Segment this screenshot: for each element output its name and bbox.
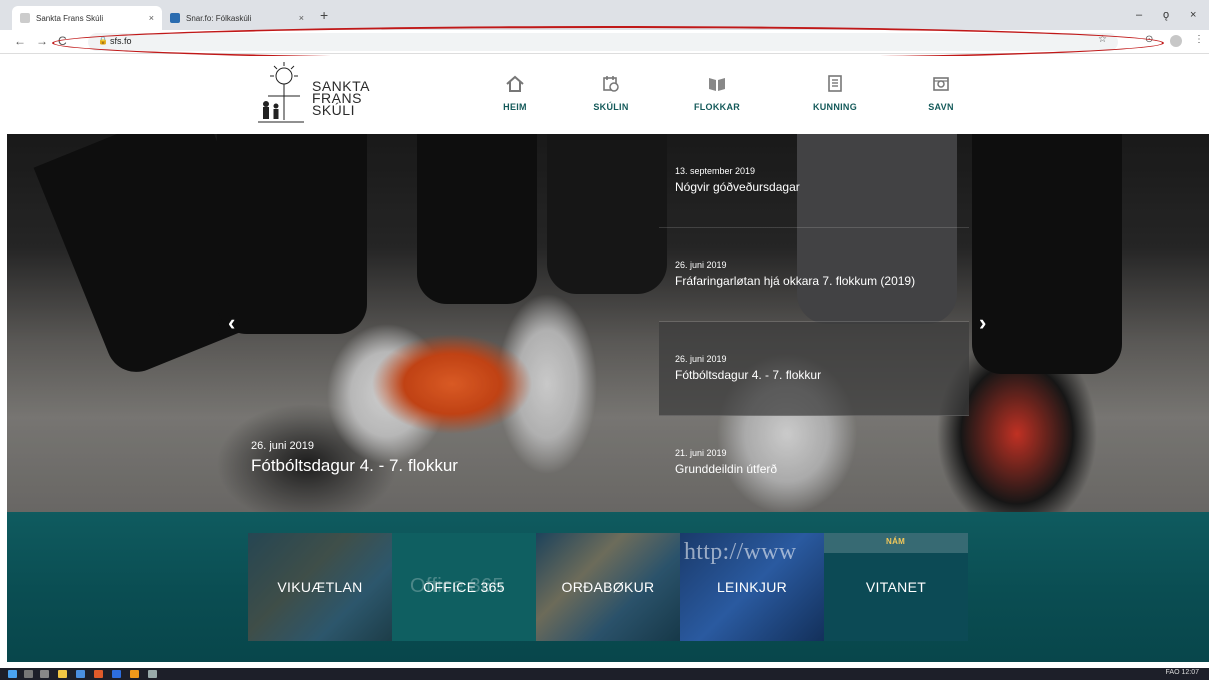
app-icon[interactable] <box>94 670 103 678</box>
extension-icon[interactable]: ⊙ <box>1145 34 1153 45</box>
vlc-icon[interactable] <box>130 670 139 678</box>
slide-date: 26. juni 2019 <box>251 440 314 452</box>
file-explorer-icon[interactable] <box>58 670 67 678</box>
reload-button[interactable]: C <box>58 34 67 48</box>
quicklinks-band: VIKUÆTLAN Office 365 OFFICE 365 ORÐABØKU… <box>7 512 1209 662</box>
tile-vikuaetlan[interactable]: VIKUÆTLAN <box>248 533 392 641</box>
back-button[interactable]: ← <box>14 34 26 48</box>
snar-favicon-icon <box>170 13 180 23</box>
tile-vitanet[interactable]: NÁM VITANET <box>824 533 968 641</box>
close-tab-icon[interactable]: × <box>149 13 154 23</box>
tile-label: LEINKJUR <box>716 579 788 595</box>
home-icon <box>506 75 524 92</box>
task-view-icon[interactable] <box>40 670 49 678</box>
restore-button[interactable]: ǫ <box>1163 9 1169 21</box>
school-name[interactable]: SANKTA FRANS SKÚLI <box>312 79 370 117</box>
next-slide-button[interactable]: › <box>979 310 986 336</box>
newspaper-icon <box>828 75 842 92</box>
search-icon[interactable] <box>24 670 33 678</box>
calendar-clock-icon <box>603 76 619 92</box>
nav-skulin[interactable]: SKÚLIN <box>566 74 656 112</box>
new-tab-button[interactable]: + <box>320 7 328 23</box>
news-date: 26. juni 2019 <box>675 354 727 364</box>
minimize-button[interactable]: – <box>1136 9 1142 21</box>
nam-label: NÁM <box>886 537 906 546</box>
news-title: Grunddeildin útferð <box>675 462 778 476</box>
word-icon[interactable] <box>112 670 121 678</box>
tab-title: Snar.fo: Fólkaskúli <box>186 13 252 23</box>
page-icon <box>20 13 30 23</box>
address-text[interactable]: sfs.fo <box>110 36 132 46</box>
tile-label: VIKUÆTLAN <box>277 579 363 595</box>
nav-flokkar[interactable]: FLOKKAR <box>672 74 762 112</box>
tile-ordabokur[interactable]: ORÐABØKUR <box>536 533 680 641</box>
tile-label: VITANET <box>865 579 927 595</box>
school-logo[interactable] <box>254 60 306 126</box>
news-title: Nógvir góðveðursdagar <box>675 180 800 194</box>
tab-title: Sankta Frans Skúli <box>36 13 104 23</box>
news-list: 13. september 2019 Nógvir góðveðursdagar… <box>659 134 969 512</box>
news-item[interactable]: 13. september 2019 Nógvir góðveðursdagar <box>659 134 969 228</box>
hero-slider: ‹ › 26. juni 2019 Fótbóltsdagur 4. - 7. … <box>7 134 1209 512</box>
browser-tab-bar: Sankta Frans Skúli × Snar.fo: Fólkaskúli… <box>0 0 1209 30</box>
system-tray[interactable]: FAO 12:07 <box>1166 669 1199 676</box>
chrome-taskbar-icon[interactable] <box>76 670 85 678</box>
menu-icon[interactable]: ⋮ <box>1194 34 1204 45</box>
browser-toolbar: ← → C 🔒 sfs.fo <box>0 30 1209 54</box>
news-date: 21. juni 2019 <box>675 448 727 458</box>
book-icon <box>709 78 725 91</box>
news-item[interactable]: 26. juni 2019 Fráfaringarløtan hjá okkar… <box>659 228 969 322</box>
slide-caption[interactable]: 26. juni 2019 Fótbóltsdagur 4. - 7. flok… <box>251 440 458 476</box>
news-title: Fráfaringarløtan hjá okkara 7. flokkum (… <box>675 274 916 288</box>
news-item-selected[interactable]: 26. juni 2019 Fótbóltsdagur 4. - 7. flok… <box>659 322 969 416</box>
nav-label: FLOKKAR <box>693 102 741 112</box>
news-date: 13. september 2019 <box>675 166 756 176</box>
tile-leinkjur[interactable]: http://www LEINKJUR <box>680 533 824 641</box>
forward-button[interactable]: → <box>36 34 48 48</box>
prev-slide-button[interactable]: ‹ <box>228 310 235 336</box>
slide-title: Fótbóltsdagur 4. - 7. flokkur <box>251 456 458 475</box>
nav-label: SAVN <box>928 102 954 112</box>
profile-avatar[interactable] <box>1170 35 1182 47</box>
nav-heim[interactable]: HEIM <box>470 74 560 112</box>
close-tab-icon[interactable]: × <box>299 13 304 23</box>
tab-snar[interactable]: Snar.fo: Fólkaskúli × <box>162 6 312 30</box>
tile-label: ORÐABØKUR <box>561 579 655 595</box>
news-item[interactable]: 21. juni 2019 Grunddeildin útferð <box>659 416 969 510</box>
nav-kunning[interactable]: KUNNING <box>790 74 880 112</box>
http-watermark: http://www <box>684 539 797 565</box>
camera-icon <box>933 77 949 91</box>
news-title: Fótbóltsdagur 4. - 7. flokkur <box>675 368 822 382</box>
nav-savn[interactable]: SAVN <box>896 74 986 112</box>
close-window-button[interactable]: × <box>1190 9 1196 21</box>
os-taskbar: FAO 12:07 <box>0 668 1209 680</box>
app-icon[interactable] <box>148 670 157 678</box>
nav-label: SKÚLIN <box>593 102 629 112</box>
bookmark-star-icon[interactable]: ☆ <box>1098 34 1107 45</box>
nav-label: KUNNING <box>812 102 858 112</box>
windows-start-icon[interactable] <box>8 670 17 678</box>
tile-label: OFFICE 365 <box>423 579 505 595</box>
tile-office365[interactable]: Office 365 OFFICE 365 <box>392 533 536 641</box>
tab-sankta-frans[interactable]: Sankta Frans Skúli × <box>12 6 162 30</box>
nav-label: HEIM <box>503 102 527 112</box>
lock-icon: 🔒 <box>98 36 108 45</box>
site-header: SANKTA FRANS SKÚLI HEIM SKÚLIN FLOKKAR K… <box>0 56 1209 134</box>
news-date: 26. juni 2019 <box>675 260 727 270</box>
address-bar[interactable]: 🔒 sfs.fo <box>88 33 1118 51</box>
